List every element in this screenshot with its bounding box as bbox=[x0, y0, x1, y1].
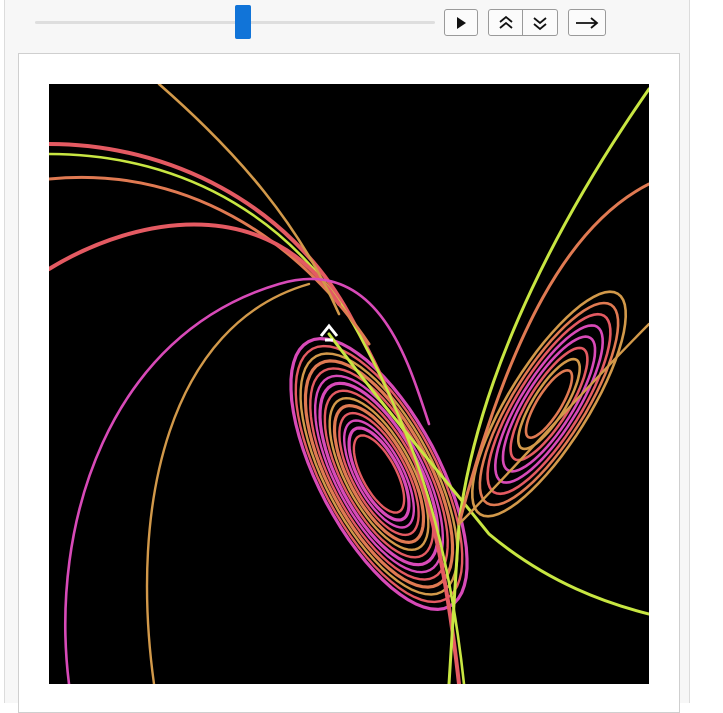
plot-area[interactable] bbox=[49, 84, 649, 684]
speed-button-group bbox=[488, 9, 558, 36]
trajectory-sweep bbox=[64, 277, 431, 684]
trajectory-sweep bbox=[49, 175, 371, 346]
double-chevron-up-icon bbox=[498, 15, 513, 29]
arrow-right-icon bbox=[576, 16, 599, 29]
plot-frame bbox=[18, 53, 680, 713]
trajectory-plot bbox=[49, 84, 649, 684]
faster-button[interactable] bbox=[488, 9, 523, 36]
direction-button[interactable] bbox=[568, 9, 606, 36]
trajectory-loop-right bbox=[478, 301, 620, 507]
time-slider[interactable] bbox=[35, 5, 435, 39]
slider-thumb[interactable] bbox=[234, 5, 251, 39]
play-icon bbox=[457, 16, 466, 29]
trajectory-loop-right bbox=[524, 368, 574, 440]
play-button[interactable] bbox=[444, 9, 478, 36]
manipulate-panel bbox=[4, 0, 691, 713]
trajectory-sweep bbox=[447, 87, 649, 684]
slower-button[interactable] bbox=[523, 9, 558, 36]
animation-controls bbox=[5, 0, 691, 48]
double-chevron-down-icon bbox=[533, 16, 547, 30]
